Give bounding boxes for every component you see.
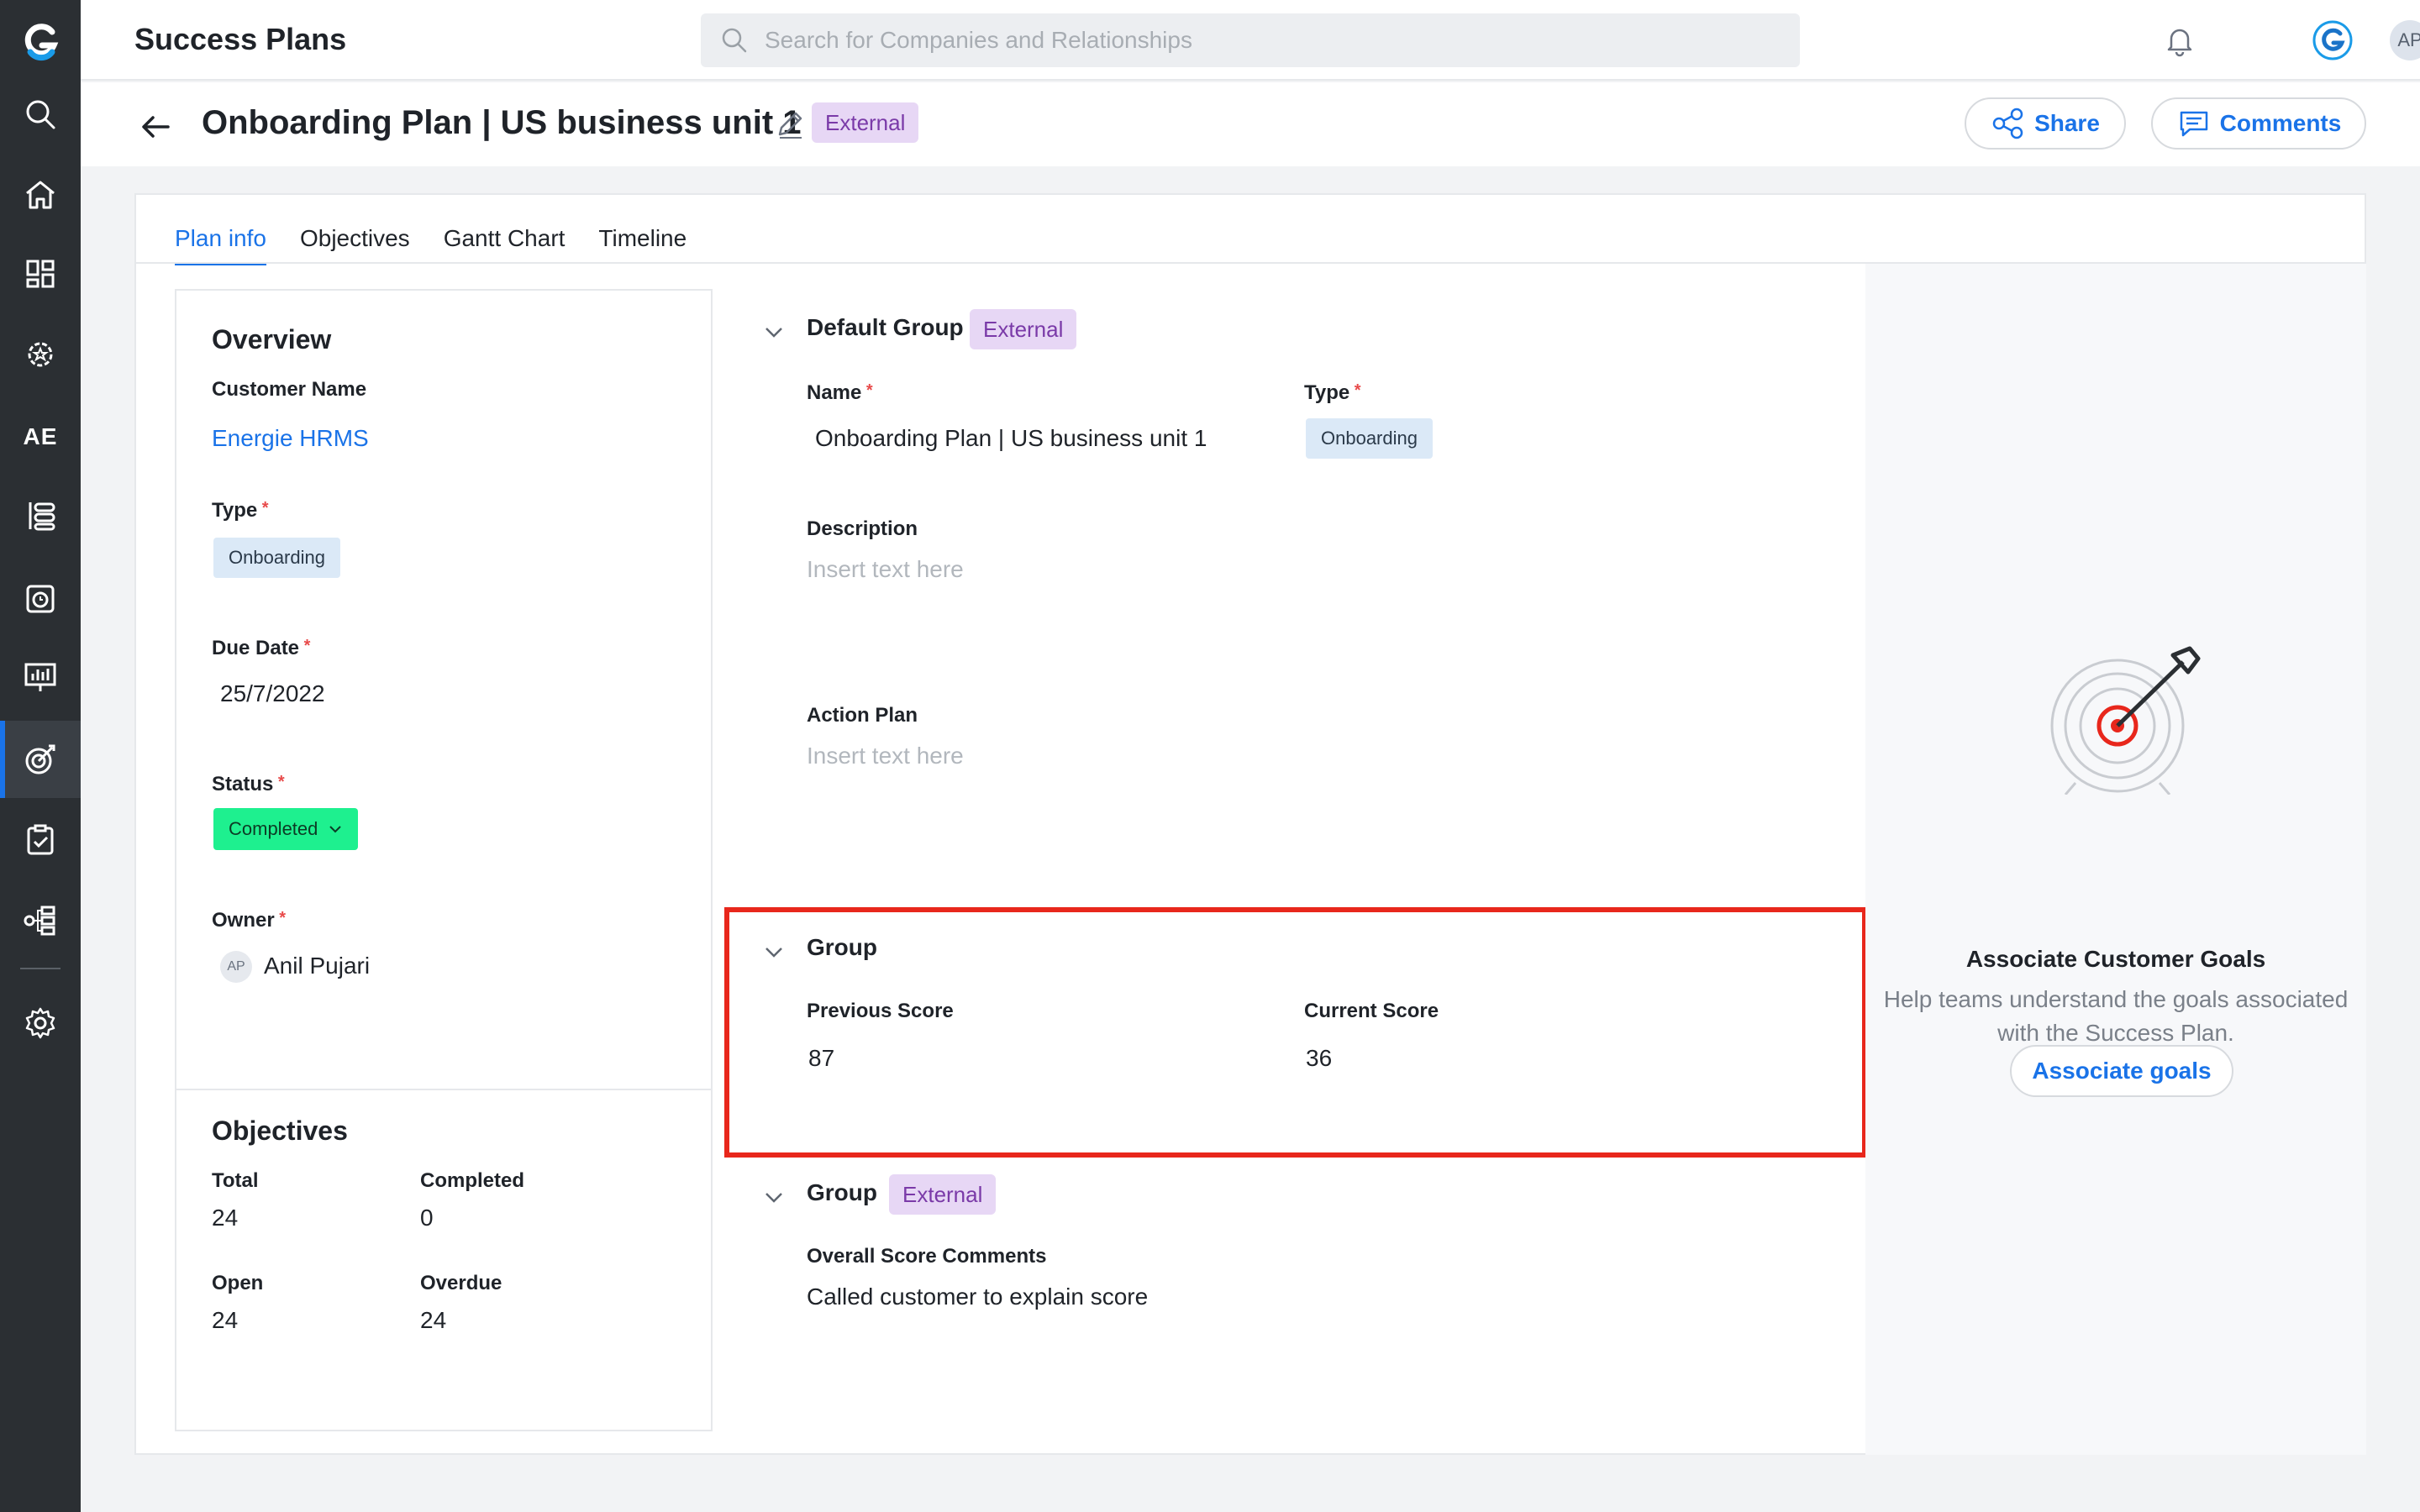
ae-label: AE — [23, 423, 58, 449]
plan-header: Onboarding Plan | US business unit 1 Ext… — [81, 82, 2420, 166]
comments-group-external-tag: External — [889, 1174, 997, 1215]
overdue-value: 24 — [420, 1307, 447, 1333]
comment-bubble-icon — [2180, 111, 2207, 137]
bar-chart-board-icon — [24, 663, 56, 691]
top-header-bar: Success Plans AP — [81, 0, 2420, 81]
plan-title: Onboarding Plan | US business unit 1 — [202, 104, 802, 141]
plan-card: Plan info Objectives Gantt Chart Timelin… — [134, 193, 2366, 1455]
global-search[interactable] — [701, 13, 1800, 67]
customer-goals-panel: Associate Customer Goals Help teams unde… — [1865, 264, 2366, 1455]
external-tag: External — [812, 102, 919, 143]
dashboard-icon — [26, 260, 55, 288]
nav-search[interactable] — [0, 76, 81, 153]
gainsight-g-icon[interactable] — [2312, 20, 2353, 60]
nav-ae[interactable]: AE — [0, 398, 81, 475]
overview-panel: Overview Customer Name Energie HRMS Type… — [175, 289, 713, 1431]
owner-label: Owner — [212, 909, 286, 932]
associate-goals-button[interactable]: Associate goals — [2010, 1045, 2233, 1097]
back-arrow-icon[interactable] — [136, 108, 175, 146]
action-plan-label: Action Plan — [807, 704, 918, 727]
completed-value: 0 — [420, 1205, 434, 1231]
due-date-label: Due Date — [212, 637, 310, 660]
overall-comments-value[interactable]: Called customer to explain score — [807, 1284, 1148, 1310]
group-type-label: Type — [1304, 381, 1361, 405]
collapse-comments-group-icon[interactable] — [761, 1184, 786, 1210]
open-value: 24 — [212, 1307, 239, 1333]
search-icon — [26, 100, 55, 129]
gainsight-logo[interactable] — [20, 22, 60, 62]
description-input[interactable]: Insert text here — [807, 556, 964, 583]
nav-calendar[interactable] — [0, 559, 81, 637]
share-button[interactable]: Share — [1965, 97, 2126, 150]
target-arrow-illustration-icon — [2050, 646, 2201, 795]
owner-avatar: AP — [220, 951, 252, 983]
tab-timeline[interactable]: Timeline — [598, 225, 687, 265]
tab-gantt-chart[interactable]: Gantt Chart — [444, 225, 566, 265]
completed-label: Completed — [420, 1169, 525, 1192]
name-value[interactable]: Onboarding Plan | US business unit 1 — [815, 425, 1207, 452]
default-group-title: Default Group — [807, 314, 964, 340]
overview-title: Overview — [212, 324, 332, 354]
collapse-default-group-icon[interactable] — [761, 319, 786, 344]
customer-name-link[interactable]: Energie HRMS — [212, 425, 369, 452]
status-label: Status — [212, 773, 285, 796]
sidebar-divider — [20, 968, 60, 969]
comments-label: Comments — [2219, 110, 2342, 136]
tab-plan-info[interactable]: Plan info — [175, 225, 266, 265]
share-icon — [1992, 108, 2023, 139]
status-value: Completed — [229, 818, 318, 839]
open-label: Open — [212, 1272, 264, 1294]
action-plan-input[interactable]: Insert text here — [807, 743, 964, 769]
total-value: 24 — [212, 1205, 239, 1231]
comments-button[interactable]: Comments — [2151, 97, 2366, 150]
name-label: Name — [807, 381, 873, 405]
comments-group-title: Group — [807, 1179, 877, 1205]
share-label: Share — [2034, 110, 2100, 136]
overall-comments-label: Overall Score Comments — [807, 1245, 1047, 1268]
type-chip[interactable]: Onboarding — [213, 538, 340, 578]
gear-icon — [25, 1007, 55, 1039]
clock-calendar-icon — [26, 585, 55, 613]
goals-description: Help teams understand the goals associat… — [1883, 986, 2349, 1046]
notification-bell-icon[interactable] — [2161, 22, 2198, 59]
nav-reports[interactable] — [0, 638, 81, 716]
highlight-box — [724, 907, 1867, 1158]
plan-tabs: Plan info Objectives Gantt Chart Timelin… — [175, 225, 720, 265]
clipboard-check-icon — [27, 824, 54, 855]
overview-divider — [176, 1089, 711, 1090]
nav-settings[interactable] — [0, 984, 81, 1062]
target-icon — [25, 744, 55, 774]
tab-objectives[interactable]: Objectives — [300, 225, 410, 265]
due-date-value[interactable]: 25/7/2022 — [220, 680, 325, 707]
nav-timeline[interactable] — [0, 477, 81, 554]
app-title: Success Plans — [134, 22, 347, 56]
nav-tasks[interactable] — [0, 801, 81, 879]
status-dropdown[interactable]: Completed — [213, 808, 359, 850]
timeline-list-icon — [29, 502, 55, 531]
left-nav-sidebar: AE — [0, 0, 81, 1512]
settings-star-icon — [28, 342, 53, 367]
user-avatar[interactable]: AP — [2390, 20, 2420, 60]
edit-pencil-icon[interactable] — [773, 108, 807, 141]
customer-name-label: Customer Name — [212, 378, 367, 401]
hierarchy-icon — [24, 906, 55, 936]
nav-home[interactable] — [0, 156, 81, 234]
overdue-label: Overdue — [420, 1272, 502, 1294]
owner-name[interactable]: Anil Pujari — [264, 953, 370, 979]
nav-admin[interactable] — [0, 316, 81, 393]
objectives-title: Objectives — [212, 1116, 348, 1146]
search-input[interactable] — [765, 27, 1773, 54]
goals-title: Associate Customer Goals — [1965, 946, 2266, 972]
type-label: Type — [212, 499, 269, 522]
home-icon — [26, 181, 55, 209]
nav-success-plans[interactable] — [0, 721, 81, 798]
total-label: Total — [212, 1169, 259, 1192]
nav-hierarchy[interactable] — [0, 882, 81, 959]
description-label: Description — [807, 517, 918, 540]
chevron-down-icon — [329, 826, 342, 833]
default-group-external-tag: External — [970, 309, 1077, 349]
nav-dashboards[interactable] — [0, 235, 81, 312]
search-icon — [722, 28, 747, 53]
group-type-chip[interactable]: Onboarding — [1306, 418, 1433, 459]
